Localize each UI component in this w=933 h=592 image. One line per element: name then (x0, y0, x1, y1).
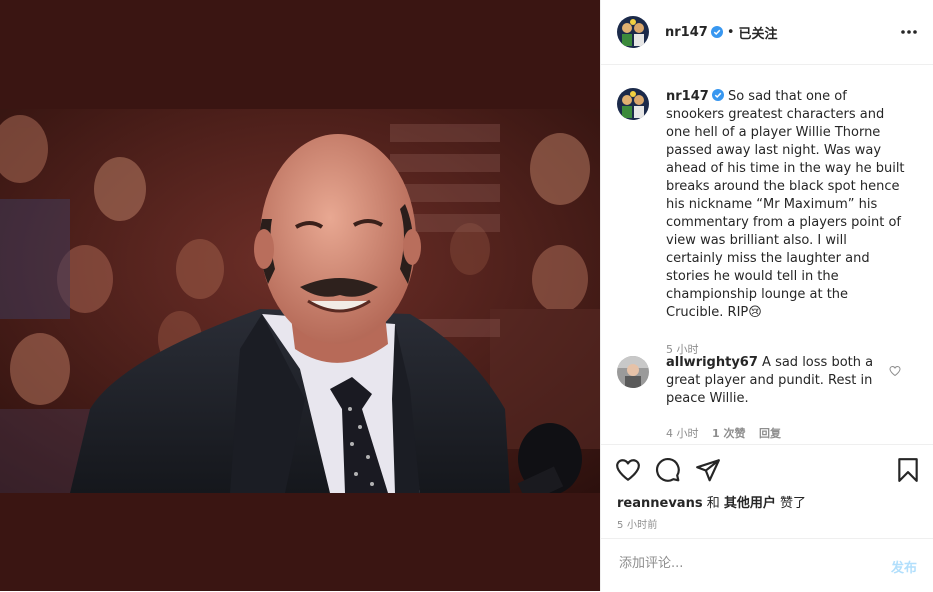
author-username[interactable]: nr147 (665, 25, 708, 40)
likes-others-link[interactable]: 其他用户 (724, 496, 776, 511)
save-bookmark-icon[interactable] (895, 457, 921, 483)
post-header: nr147 • 已关注 (601, 0, 933, 65)
caption-avatar[interactable] (617, 88, 649, 120)
avatar-image (617, 88, 649, 120)
commenter-username[interactable]: allwrighty67 (666, 355, 758, 370)
sad-emoji-icon: 😢 (748, 305, 762, 320)
comment-bubble-icon[interactable] (655, 457, 681, 483)
comment-input[interactable] (617, 555, 871, 572)
avatar-image (617, 356, 649, 388)
add-comment-bar: 发布 (601, 538, 933, 592)
comment-reply-button[interactable]: 回复 (759, 427, 781, 440)
caption-text: nr147 So sad that one of snookers greate… (666, 88, 906, 322)
caption-username[interactable]: nr147 (666, 89, 709, 104)
comment-text: allwrighty67 A sad loss both a great pla… (666, 354, 876, 408)
photo-pane (0, 0, 600, 591)
liker-username[interactable]: reannevans (617, 496, 703, 511)
avatar-image (617, 16, 649, 48)
likes-and: 和 (706, 496, 720, 511)
post-actions: reannevans 和 其他用户 赞了 5 小时前 (601, 444, 933, 539)
post-image (0, 109, 600, 493)
likes-suffix: 赞了 (780, 496, 807, 511)
author-avatar[interactable] (617, 16, 649, 48)
verified-badge-icon (710, 26, 723, 38)
share-paper-plane-icon[interactable] (695, 457, 721, 483)
post-timestamp[interactable]: 5 小时前 (617, 516, 658, 531)
verified-badge-icon (711, 89, 724, 101)
header-separator: • (726, 24, 735, 40)
post-comment-button[interactable]: 发布 (891, 557, 917, 576)
commenter-avatar[interactable] (617, 356, 649, 388)
comment-likes-count[interactable]: 1 次赞 (712, 427, 745, 440)
comment-like-icon[interactable] (889, 365, 901, 377)
post-photo[interactable] (0, 109, 600, 493)
post-sidebar: nr147 • 已关注 nr147 So sad that one of sno… (600, 0, 933, 591)
comment-meta: 4 小时 1 次赞 回复 (666, 425, 791, 441)
caption-body: So sad that one of snookers greatest cha… (666, 89, 905, 320)
like-heart-icon[interactable] (615, 457, 641, 483)
follow-status-button[interactable]: 已关注 (738, 23, 777, 42)
comments-list[interactable]: nr147 So sad that one of snookers greate… (601, 66, 933, 444)
more-options-icon[interactable] (899, 22, 919, 42)
likes-summary: reannevans 和 其他用户 赞了 (617, 492, 806, 511)
comment-timestamp: 4 小时 (666, 427, 699, 440)
